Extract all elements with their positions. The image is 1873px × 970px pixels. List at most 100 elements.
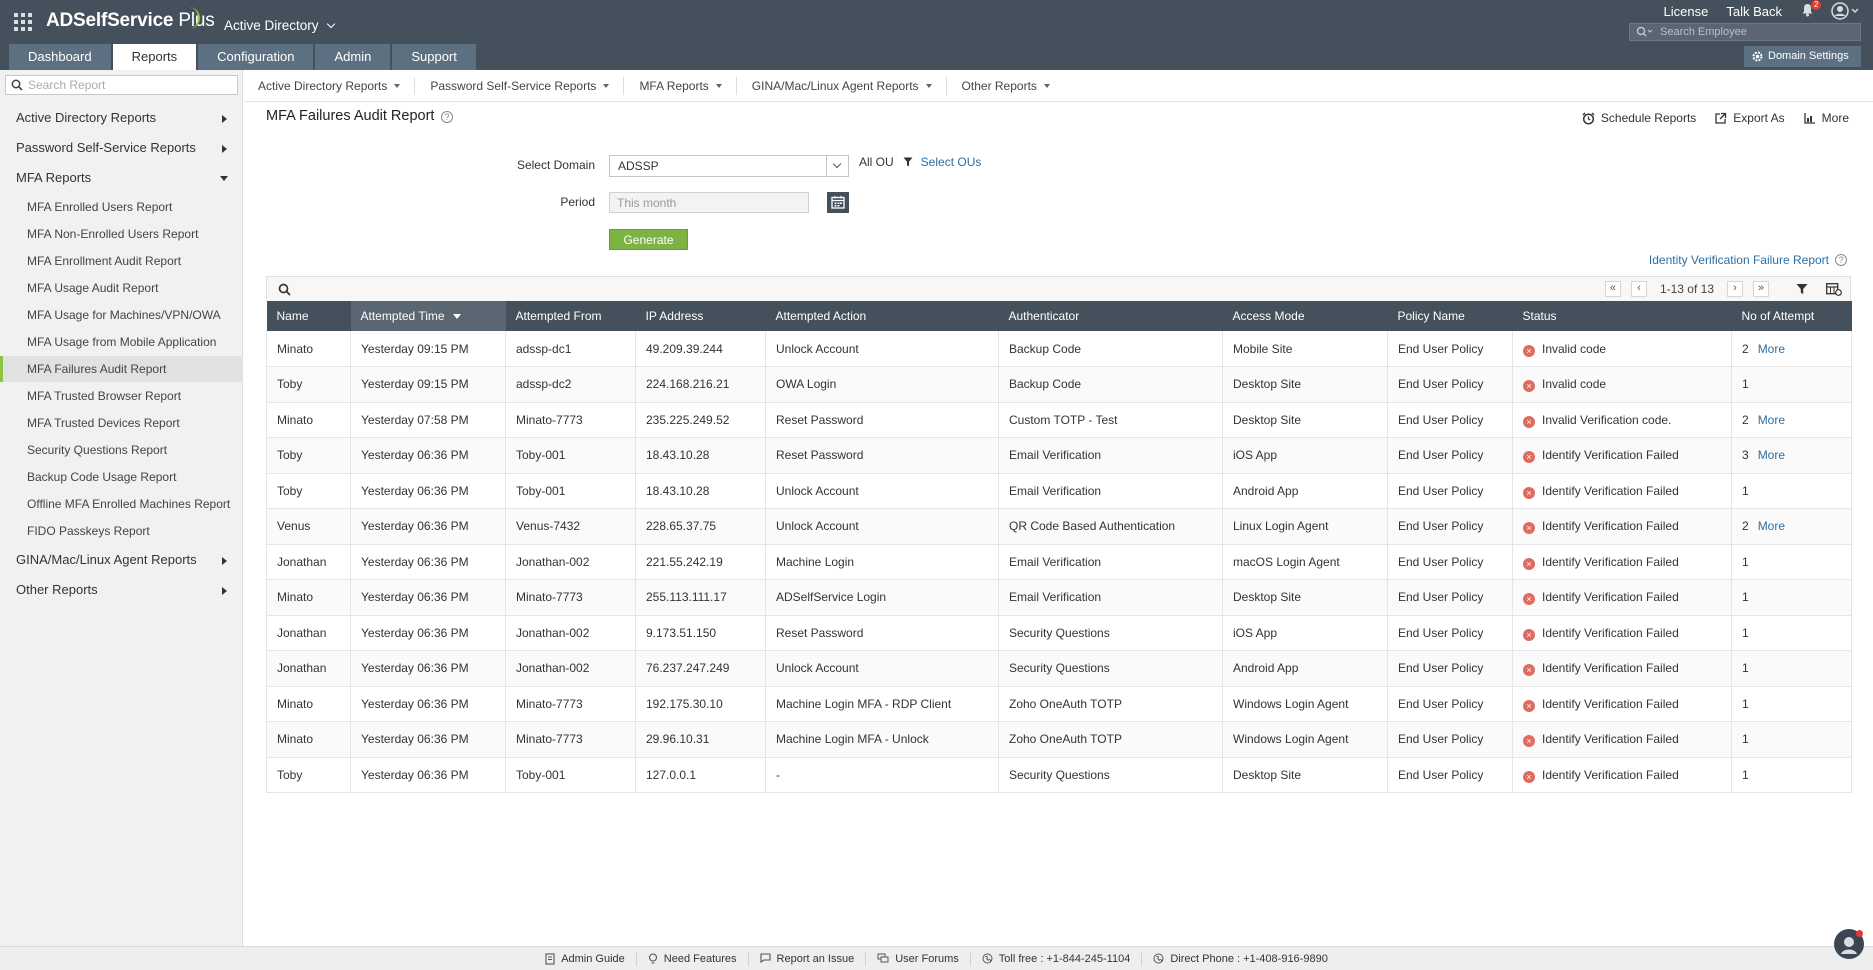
status-text: Invalid Verification code.: [1542, 412, 1672, 427]
sidebar-item-fido-passkeys[interactable]: FIDO Passkeys Report: [0, 518, 243, 544]
license-link[interactable]: License: [1655, 4, 1718, 19]
prev-page-button[interactable]: ‹: [1630, 281, 1647, 297]
table-row[interactable]: Venus Yesterday 06:36 PM Venus-7432 228.65.…: [266, 508, 1852, 545]
col-header-attempted-action[interactable]: Attempted Action: [765, 301, 999, 331]
table-row[interactable]: Minato Yesterday 06:36 PM Minato-7773 29.96…: [266, 721, 1852, 758]
help-icon[interactable]: ?: [1835, 254, 1847, 266]
domain-settings-button[interactable]: Domain Settings: [1744, 46, 1861, 67]
col-header-access-mode[interactable]: Access Mode: [1222, 301, 1388, 331]
more-link[interactable]: More: [1758, 342, 1785, 356]
subnav-active-directory[interactable]: Active Directory Reports: [244, 76, 416, 95]
table-row[interactable]: Minato Yesterday 06:36 PM Minato-7773 192.1…: [266, 686, 1852, 722]
col-header-authenticator[interactable]: Authenticator: [998, 301, 1223, 331]
subnav-mfa[interactable]: MFA Reports: [624, 76, 737, 95]
sidebar-item-mfa-usage-machines[interactable]: MFA Usage for Machines/VPN/OWA: [0, 302, 243, 328]
table-row[interactable]: Jonathan Yesterday 06:36 PM Jonathan-002 22…: [266, 544, 1852, 580]
domain-select[interactable]: ADSSP: [609, 155, 849, 177]
need-features-link[interactable]: Need Features: [637, 951, 749, 966]
export-as-button[interactable]: Export As: [1714, 111, 1785, 125]
attempt-count: 1: [1742, 590, 1749, 605]
tab-dashboard[interactable]: Dashboard: [9, 44, 111, 70]
table-row[interactable]: Toby Yesterday 06:36 PM Toby-001 18.43.10.2…: [266, 473, 1852, 509]
generate-button[interactable]: Generate: [609, 229, 688, 250]
sidebar-item-security-questions[interactable]: Security Questions Report: [0, 437, 243, 463]
sidebar-cat-password-self-service[interactable]: Password Self-Service Reports: [0, 136, 243, 160]
sidebar-item-offline-mfa-machines[interactable]: Offline MFA Enrolled Machines Report: [0, 491, 243, 517]
employee-search-input[interactable]: [1660, 25, 1856, 39]
attempt-count: 1: [1742, 696, 1749, 711]
user-avatar[interactable]: [1831, 1, 1861, 21]
table-row[interactable]: Toby Yesterday 06:36 PM Toby-001 18.43.10.2…: [266, 437, 1852, 474]
search-icon[interactable]: [278, 283, 291, 296]
select-ous-link[interactable]: Select OUs: [921, 155, 982, 169]
sidebar-item-mfa-enrollment-audit[interactable]: MFA Enrollment Audit Report: [0, 248, 243, 274]
help-icon[interactable]: ?: [441, 111, 453, 123]
app-grid-icon[interactable]: [14, 13, 32, 31]
sidebar-cat-gina-agent[interactable]: GINA/Mac/Linux Agent Reports: [0, 548, 243, 572]
cell-attempted-action: -: [765, 757, 999, 793]
table-row[interactable]: Jonathan Yesterday 06:36 PM Jonathan-002 76…: [266, 650, 1852, 687]
table-row[interactable]: Minato Yesterday 09:15 PM adssp-dc1 49.209.…: [266, 331, 1852, 367]
sidebar-item-mfa-usage-mobile[interactable]: MFA Usage from Mobile Application: [0, 329, 243, 355]
col-header-attempts[interactable]: No of Attempt: [1731, 301, 1852, 331]
col-header-ip-address[interactable]: IP Address: [635, 301, 766, 331]
table-row[interactable]: Toby Yesterday 09:15 PM adssp-dc2 224.168.2…: [266, 366, 1852, 403]
subnav-gina-agent[interactable]: GINA/Mac/Linux Agent Reports: [737, 76, 947, 95]
subnav-other[interactable]: Other Reports: [947, 77, 1064, 95]
tab-support[interactable]: Support: [392, 44, 476, 70]
chevron-down-icon[interactable]: [826, 156, 848, 176]
period-field[interactable]: [609, 192, 809, 213]
table-row[interactable]: Jonathan Yesterday 06:36 PM Jonathan-002 9.…: [266, 615, 1852, 651]
sidebar-item-mfa-trusted-devices[interactable]: MFA Trusted Devices Report: [0, 410, 243, 436]
chat-support-button[interactable]: [1834, 929, 1864, 959]
user-forums-link[interactable]: User Forums: [866, 951, 971, 966]
table-row[interactable]: Minato Yesterday 06:36 PM Minato-7773 255.1…: [266, 579, 1852, 616]
admin-guide-link[interactable]: Admin Guide: [534, 951, 637, 966]
sidebar-item-mfa-trusted-browser[interactable]: MFA Trusted Browser Report: [0, 383, 243, 409]
sidebar-cat-mfa[interactable]: MFA Reports: [0, 166, 243, 190]
subnav-password-self-service[interactable]: Password Self-Service Reports: [415, 76, 625, 95]
sidebar-cat-active-directory[interactable]: Active Directory Reports: [0, 106, 243, 130]
table-row[interactable]: Minato Yesterday 07:58 PM Minato-7773 235.2…: [266, 402, 1852, 438]
sidebar-item-mfa-failures-audit[interactable]: MFA Failures Audit Report: [0, 356, 243, 382]
col-header-policy-name[interactable]: Policy Name: [1387, 301, 1513, 331]
next-page-button[interactable]: ›: [1727, 281, 1743, 297]
sidebar-item-backup-code-usage[interactable]: Backup Code Usage Report: [0, 464, 243, 490]
cell-attempted-from: Toby-001: [505, 437, 636, 474]
tab-admin[interactable]: Admin: [315, 44, 391, 70]
domain-settings-label: Domain Settings: [1768, 50, 1849, 62]
cell-authenticator: Zoho OneAuth TOTP: [998, 686, 1223, 722]
filter-icon[interactable]: [1796, 283, 1808, 295]
report-search[interactable]: [5, 75, 238, 95]
sidebar-item-mfa-usage-audit[interactable]: MFA Usage Audit Report: [0, 275, 243, 301]
report-issue-link[interactable]: Report an Issue: [749, 951, 867, 966]
sidebar-item-mfa-enrolled-users[interactable]: MFA Enrolled Users Report: [0, 194, 243, 220]
first-page-button[interactable]: «: [1604, 281, 1621, 297]
identity-verification-failure-link[interactable]: Identity Verification Failure Report ?: [1649, 253, 1847, 267]
cell-status: × Identify Verification Failed: [1512, 508, 1732, 545]
col-header-attempted-from[interactable]: Attempted From: [505, 301, 636, 331]
calendar-button[interactable]: [827, 192, 849, 213]
tab-configuration[interactable]: Configuration: [198, 44, 314, 70]
more-link[interactable]: More: [1758, 519, 1785, 533]
period-input[interactable]: [617, 195, 787, 210]
last-page-button[interactable]: »: [1753, 281, 1769, 297]
employee-search[interactable]: [1629, 23, 1861, 41]
column-settings-icon[interactable]: [1826, 282, 1842, 296]
sidebar-item-mfa-non-enrolled-users[interactable]: MFA Non-Enrolled Users Report: [0, 221, 243, 247]
talk-back-link[interactable]: Talk Back: [1717, 4, 1791, 19]
sidebar-cat-other[interactable]: Other Reports: [0, 578, 243, 602]
tab-reports[interactable]: Reports: [112, 44, 197, 70]
col-header-name[interactable]: Name: [266, 301, 351, 331]
col-header-status[interactable]: Status: [1512, 301, 1732, 331]
schedule-reports-button[interactable]: Schedule Reports: [1582, 111, 1696, 125]
more-link[interactable]: More: [1758, 413, 1785, 427]
product-selector[interactable]: Active Directory: [224, 18, 335, 33]
report-search-input[interactable]: [28, 78, 233, 92]
table-row[interactable]: Toby Yesterday 06:36 PM Toby-001 127.0.0.1-…: [266, 757, 1852, 793]
col-header-attempted-time[interactable]: Attempted Time: [350, 301, 506, 331]
more-actions-button[interactable]: More: [1803, 111, 1849, 125]
caret-down-icon: [603, 83, 610, 88]
more-link[interactable]: More: [1758, 448, 1785, 462]
notification-bell[interactable]: 2: [1797, 0, 1823, 20]
